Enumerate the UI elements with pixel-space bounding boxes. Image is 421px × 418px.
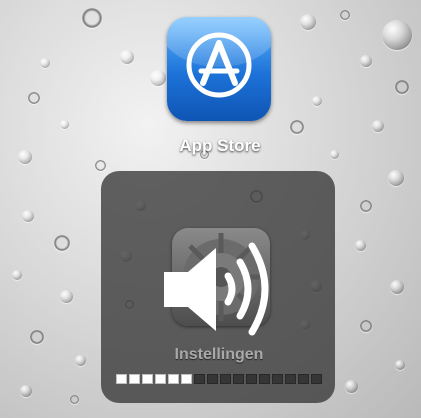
water-drop	[372, 120, 384, 132]
water-drop	[20, 385, 32, 397]
water-drop	[382, 20, 412, 50]
volume-segment	[298, 374, 309, 384]
water-drop	[330, 150, 339, 159]
volume-segment	[116, 374, 127, 384]
volume-segment	[168, 374, 179, 384]
volume-segment	[259, 374, 270, 384]
water-drop	[150, 70, 166, 86]
water-drop	[40, 58, 50, 68]
volume-segment	[155, 374, 166, 384]
water-drop	[120, 50, 134, 64]
volume-segment	[246, 374, 257, 384]
volume-segment	[207, 374, 218, 384]
volume-segment	[311, 374, 322, 384]
volume-segment	[285, 374, 296, 384]
water-drop	[395, 80, 409, 94]
app-store-label: App Store	[179, 136, 261, 155]
water-drop	[60, 120, 69, 129]
volume-level-bar	[116, 374, 340, 384]
volume-segment	[129, 374, 140, 384]
water-drop	[95, 160, 106, 171]
water-drop	[290, 120, 304, 134]
water-drop	[28, 92, 40, 104]
water-drop	[60, 290, 73, 303]
water-drop	[54, 235, 70, 251]
water-drop	[312, 96, 322, 106]
water-drop	[345, 380, 358, 393]
water-drop	[340, 10, 350, 20]
water-drop	[70, 395, 79, 404]
water-drop	[388, 170, 404, 186]
speaker-volume-icon	[164, 242, 269, 336]
water-drop	[390, 280, 404, 294]
water-drop	[395, 360, 405, 370]
water-drop	[300, 14, 316, 30]
water-drop	[82, 8, 102, 28]
volume-segment	[220, 374, 231, 384]
volume-segment	[233, 374, 244, 384]
volume-segment	[272, 374, 283, 384]
water-drop	[360, 200, 372, 212]
settings-app-label: Instellingen	[174, 346, 264, 363]
water-drop	[75, 355, 86, 366]
water-drop	[360, 55, 372, 67]
water-drop	[12, 270, 22, 280]
app-store-icon	[186, 32, 252, 98]
water-drop	[360, 320, 372, 332]
water-drop	[18, 150, 32, 164]
water-drop	[30, 330, 44, 344]
volume-segment	[181, 374, 192, 384]
water-drop	[22, 210, 34, 222]
volume-segment	[194, 374, 205, 384]
water-drop	[355, 240, 366, 251]
app-store-app-icon[interactable]	[167, 17, 271, 121]
volume-segment	[142, 374, 153, 384]
